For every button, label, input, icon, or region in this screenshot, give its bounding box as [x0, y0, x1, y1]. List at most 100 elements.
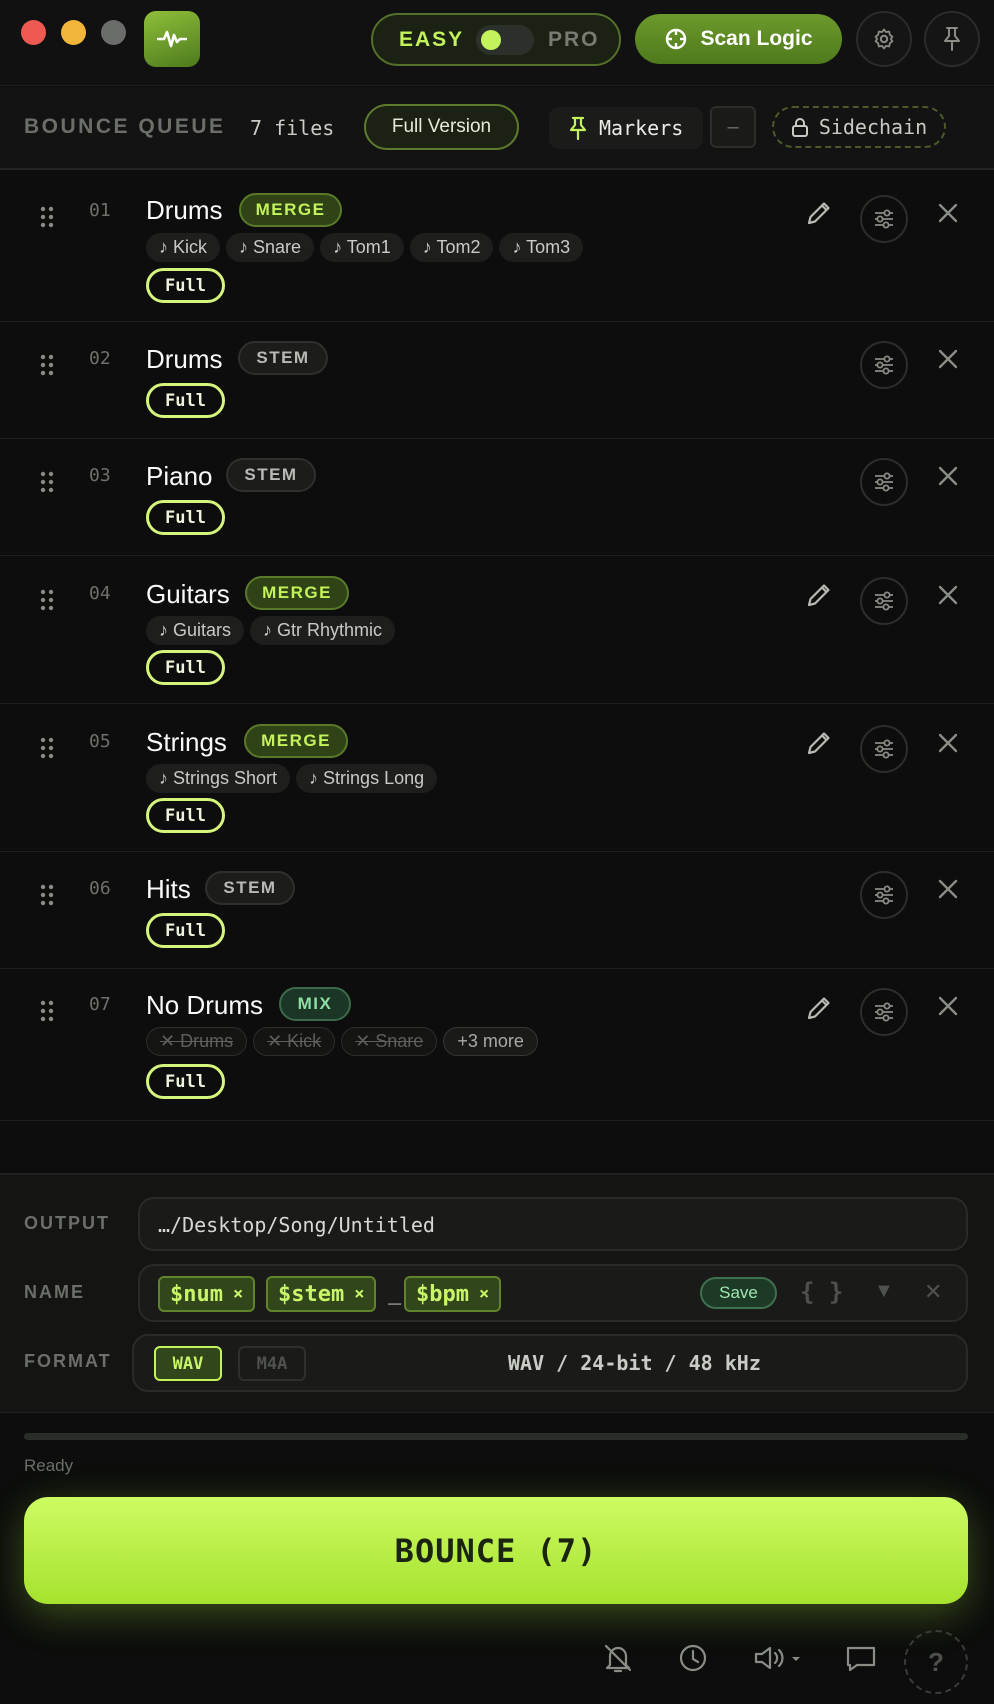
track-settings-button[interactable]	[860, 341, 908, 389]
mode-switch-knob	[481, 30, 501, 50]
name-token[interactable]: $bpm ×	[404, 1276, 502, 1312]
range-full-button[interactable]: Full	[146, 650, 225, 685]
track-settings-button[interactable]	[860, 871, 908, 919]
drag-grip-icon[interactable]	[40, 206, 54, 228]
more-tracks-chip[interactable]: +3 more	[443, 1027, 538, 1056]
range-full-button[interactable]: Full	[146, 383, 225, 418]
queue-row[interactable]: 04 Guitars MERGE ♪ Guitars ♪ Gtr Rhythmi…	[0, 557, 994, 704]
mode-toggle[interactable]: EASY PRO	[371, 13, 621, 66]
track-chip: ♪ Gtr Rhythmic	[250, 616, 396, 645]
remove-token-icon[interactable]: ×	[233, 1284, 243, 1304]
output-path-field[interactable]: …/Desktop/Song/Untitled	[138, 1197, 968, 1251]
remove-token-icon[interactable]: ×	[354, 1284, 364, 1304]
app-waveform-icon	[144, 11, 200, 67]
help-button[interactable]: ?	[904, 1630, 968, 1694]
track-chip: ♪ Guitars	[146, 616, 245, 645]
close-icon[interactable]	[934, 199, 962, 227]
status-text: Ready	[24, 1456, 74, 1475]
track-settings-button[interactable]	[860, 458, 908, 506]
sidechain-button[interactable]: Sidechain	[772, 106, 946, 148]
bell-off-icon[interactable]	[600, 1640, 636, 1676]
markers-minus-button[interactable]: –	[710, 106, 756, 148]
row-name: Drums	[146, 344, 223, 374]
close-icon[interactable]	[934, 875, 962, 903]
close-icon[interactable]	[934, 345, 962, 373]
queue-row[interactable]: 03 Piano STEM Full	[0, 440, 994, 556]
range-full-button[interactable]: Full	[146, 798, 225, 833]
sliders-icon	[875, 1002, 893, 1022]
name-token[interactable]: $stem ×	[266, 1276, 377, 1312]
close-icon[interactable]	[934, 729, 962, 757]
chevron-down-icon[interactable]: ▼	[874, 1280, 894, 1303]
queue-row[interactable]: 02 Drums STEM Full	[0, 323, 994, 439]
mode-switch[interactable]	[476, 25, 534, 55]
pencil-icon[interactable]	[803, 197, 835, 229]
bounce-button[interactable]: BOUNCE (7)	[24, 1497, 968, 1604]
pin-window-button[interactable]	[924, 11, 980, 67]
drag-grip-icon[interactable]	[40, 737, 54, 759]
remove-token-icon[interactable]: ×	[479, 1284, 489, 1304]
track-settings-button[interactable]	[860, 195, 908, 243]
drag-grip-icon[interactable]	[40, 354, 54, 376]
queue-row[interactable]: 06 Hits STEM Full	[0, 853, 994, 969]
queue-row[interactable]: 05 Strings MERGE ♪ Strings Short ♪ Strin…	[0, 705, 994, 852]
row-name: Hits	[146, 874, 191, 904]
full-version-button[interactable]: Full Version	[364, 104, 519, 150]
track-chips: ♪ Strings Short ♪ Strings Long	[146, 764, 438, 793]
sliders-icon	[875, 209, 893, 229]
pencil-icon[interactable]	[803, 727, 835, 759]
range-full-button[interactable]: Full	[146, 268, 225, 303]
drag-grip-icon[interactable]	[40, 1000, 54, 1022]
pencil-icon[interactable]	[803, 992, 835, 1024]
scan-logic-button[interactable]: Scan Logic	[635, 14, 842, 64]
name-label: NAME	[24, 1282, 85, 1302]
merge-badge: MERGE	[245, 576, 349, 610]
name-token[interactable]: $num ×	[158, 1276, 256, 1312]
sidechain-label: Sidechain	[818, 115, 928, 139]
track-chip: ♪ Tom3	[499, 233, 584, 262]
sliders-icon	[875, 355, 893, 375]
excluded-track-chip: ✕ Snare	[341, 1027, 438, 1056]
chat-icon[interactable]	[843, 1640, 879, 1676]
format-wav-option[interactable]: WAV	[154, 1346, 222, 1381]
row-number: 01	[89, 200, 111, 221]
settings-button[interactable]	[856, 11, 912, 67]
row-number: 06	[89, 878, 111, 899]
close-window-button[interactable]	[21, 20, 46, 45]
track-chip: ♪ Strings Short	[146, 764, 291, 793]
close-icon[interactable]	[934, 462, 962, 490]
track-settings-button[interactable]	[860, 725, 908, 773]
row-number: 04	[89, 583, 111, 604]
queue-row[interactable]: 07 No Drums MIX ✕ Drums ✕ Kick ✕ Snare +…	[0, 970, 994, 1121]
name-pattern-field[interactable]: $num × $stem × _ $bpm × Save { } ▼ ✕	[138, 1264, 968, 1322]
clear-pattern-icon[interactable]: ✕	[924, 1279, 942, 1305]
drag-grip-icon[interactable]	[40, 884, 54, 906]
pencil-icon[interactable]	[803, 579, 835, 611]
drag-grip-icon[interactable]	[40, 589, 54, 611]
name-token-label: $stem	[278, 1281, 345, 1307]
sliders-icon	[875, 472, 893, 492]
scan-target-icon	[666, 28, 687, 50]
close-icon[interactable]	[934, 992, 962, 1020]
gear-icon	[874, 28, 894, 50]
clock-icon[interactable]	[675, 1640, 711, 1676]
markers-button[interactable]: Markers	[549, 107, 703, 149]
track-settings-button[interactable]	[860, 988, 908, 1036]
format-summary: WAV / 24-bit / 48 kHz	[508, 1351, 761, 1375]
queue-row[interactable]: 01 Drums MERGE ♪ Kick ♪ Snare ♪ Tom1 ♪ T…	[0, 171, 994, 322]
save-pattern-button[interactable]: Save	[700, 1277, 777, 1309]
row-number: 02	[89, 348, 111, 369]
range-full-button[interactable]: Full	[146, 1064, 225, 1099]
minimize-window-button[interactable]	[61, 20, 86, 45]
track-settings-button[interactable]	[860, 577, 908, 625]
format-label: FORMAT	[24, 1351, 112, 1371]
speaker-icon[interactable]	[752, 1640, 804, 1676]
format-m4a-option[interactable]: M4A	[238, 1346, 306, 1381]
range-full-button[interactable]: Full	[146, 500, 225, 535]
close-icon[interactable]	[934, 581, 962, 609]
insert-variable-button[interactable]: { }	[800, 1278, 843, 1306]
range-full-button[interactable]: Full	[146, 913, 225, 948]
drag-grip-icon[interactable]	[40, 471, 54, 493]
sliders-icon	[875, 885, 893, 905]
zoom-window-button[interactable]	[101, 20, 126, 45]
